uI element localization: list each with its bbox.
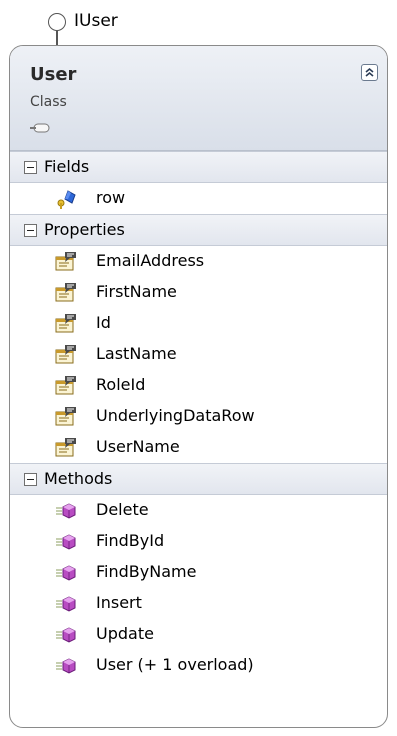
method-icon (54, 562, 78, 584)
member-row[interactable]: FirstName (10, 277, 387, 308)
method-icon (54, 655, 78, 677)
compartment-header-fields[interactable]: Fields (10, 151, 387, 183)
member-name: UnderlyingDataRow (96, 406, 255, 425)
member-row[interactable]: Update (10, 619, 387, 650)
member-row[interactable]: RoleId (10, 370, 387, 401)
member-row[interactable]: UserName (10, 432, 387, 463)
method-icon (54, 531, 78, 553)
method-icon (54, 593, 78, 615)
interface-name[interactable]: IUser (74, 11, 118, 31)
member-row[interactable]: Id (10, 308, 387, 339)
property-icon (54, 344, 78, 366)
class-shape[interactable]: User Class Fields row Properties EmailAddre… (9, 45, 388, 728)
member-name: FirstName (96, 282, 177, 301)
member-name: LastName (96, 344, 177, 363)
member-row[interactable]: LastName (10, 339, 387, 370)
compartments: Fields row Properties EmailAddress FirstName… (10, 151, 387, 681)
property-icon (54, 375, 78, 397)
property-icon (54, 282, 78, 304)
member-name: Insert (96, 593, 142, 612)
member-row[interactable]: User (+ 1 overload) (10, 650, 387, 681)
member-name: Id (96, 313, 111, 332)
member-name: EmailAddress (96, 251, 205, 270)
member-row[interactable]: Insert (10, 588, 387, 619)
member-name: FindByName (96, 562, 197, 581)
member-row[interactable]: Delete (10, 495, 387, 526)
method-icon (54, 624, 78, 646)
collapse-toggle-icon[interactable] (24, 473, 37, 486)
double-chevron-up-icon (365, 67, 374, 77)
class-header[interactable]: User Class (10, 46, 387, 151)
compartment-header-properties[interactable]: Properties (10, 214, 387, 246)
field-icon (54, 188, 78, 210)
collapse-toggle-icon[interactable] (24, 224, 37, 237)
property-icon (54, 313, 78, 335)
member-name: UserName (96, 437, 180, 456)
member-row[interactable]: row (10, 183, 387, 214)
member-row[interactable]: EmailAddress (10, 246, 387, 277)
class-kind: Class (30, 94, 67, 110)
member-row[interactable]: FindById (10, 526, 387, 557)
member-name: User (+ 1 overload) (96, 655, 254, 674)
member-name: Delete (96, 500, 149, 519)
method-icon (54, 500, 78, 522)
collapse-button[interactable] (361, 64, 378, 81)
member-row[interactable]: FindByName (10, 557, 387, 588)
compartment-title: Properties (44, 220, 125, 239)
property-icon (54, 437, 78, 459)
member-name: RoleId (96, 375, 146, 394)
member-name: row (96, 188, 126, 207)
compartment-title: Methods (44, 469, 113, 488)
class-name[interactable]: User (30, 64, 76, 85)
member-name: FindById (96, 531, 165, 550)
member-row[interactable]: UnderlyingDataRow (10, 401, 387, 432)
collapse-toggle-icon[interactable] (24, 161, 37, 174)
property-icon (54, 251, 78, 273)
class-shortcut-icon (30, 123, 50, 133)
member-name: Update (96, 624, 154, 643)
interface-circle-icon (48, 13, 66, 31)
compartment-title: Fields (44, 157, 90, 176)
compartment-header-methods[interactable]: Methods (10, 463, 387, 495)
property-icon (54, 406, 78, 428)
